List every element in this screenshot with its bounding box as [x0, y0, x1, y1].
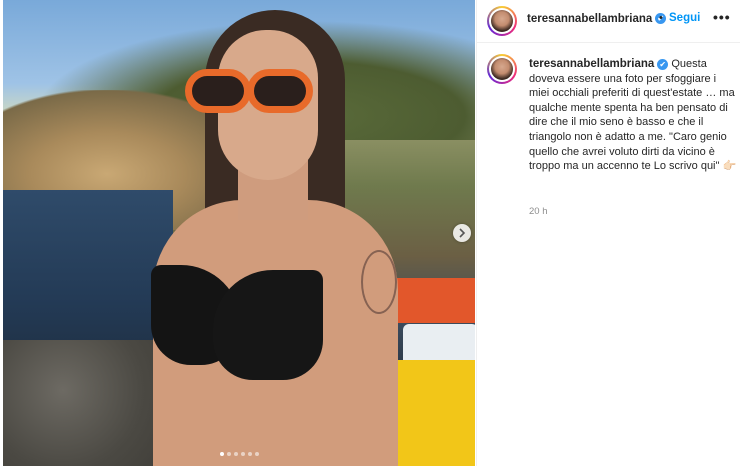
photo-lens-left	[185, 69, 251, 113]
more-options-icon[interactable]: •••	[713, 9, 731, 25]
caption-avatar[interactable]	[487, 54, 517, 84]
carousel-dot[interactable]	[247, 452, 252, 456]
post-header: teresannabellambriana ✔ • Segui •••	[477, 0, 740, 43]
caption-text: Questa doveva essere una foto per sfoggi…	[529, 58, 735, 173]
carousel-dot[interactable]	[219, 452, 224, 456]
post-timestamp[interactable]: 20 h	[529, 206, 548, 217]
post-photo[interactable]	[3, 0, 475, 466]
carousel-dot[interactable]	[254, 452, 259, 456]
carousel-dot[interactable]	[240, 452, 245, 456]
photo-lens-right	[247, 69, 313, 113]
caption-username[interactable]: teresannabellambriana	[529, 58, 654, 70]
photo-person	[143, 10, 403, 466]
photo-tattoo	[361, 250, 397, 314]
verified-badge-icon: ✔	[657, 58, 669, 70]
photo-sunglasses	[185, 65, 315, 113]
carousel-dot[interactable]	[233, 452, 238, 456]
follow-button[interactable]: Segui	[669, 12, 700, 24]
pointing-emoji-icon: 👉🏻	[722, 160, 737, 173]
post-side-panel: teresannabellambriana ✔ • Segui ••• teres…	[476, 0, 740, 466]
header-username[interactable]: teresannabellambriana	[527, 13, 652, 25]
carousel-next-button[interactable]	[453, 224, 471, 242]
post-caption: teresannabellambriana ✔ Questa doveva ess…	[529, 57, 737, 174]
photo-red-kayak	[393, 278, 475, 323]
header-username-group: teresannabellambriana ✔	[527, 13, 667, 25]
instagram-post-window: teresannabellambriana ✔ • Segui ••• teres…	[0, 0, 740, 466]
header-separator: •	[659, 12, 663, 24]
chevron-right-icon	[459, 228, 466, 238]
header-avatar[interactable]	[487, 6, 517, 36]
carousel-dot[interactable]	[226, 452, 231, 456]
carousel-dots	[3, 452, 475, 456]
